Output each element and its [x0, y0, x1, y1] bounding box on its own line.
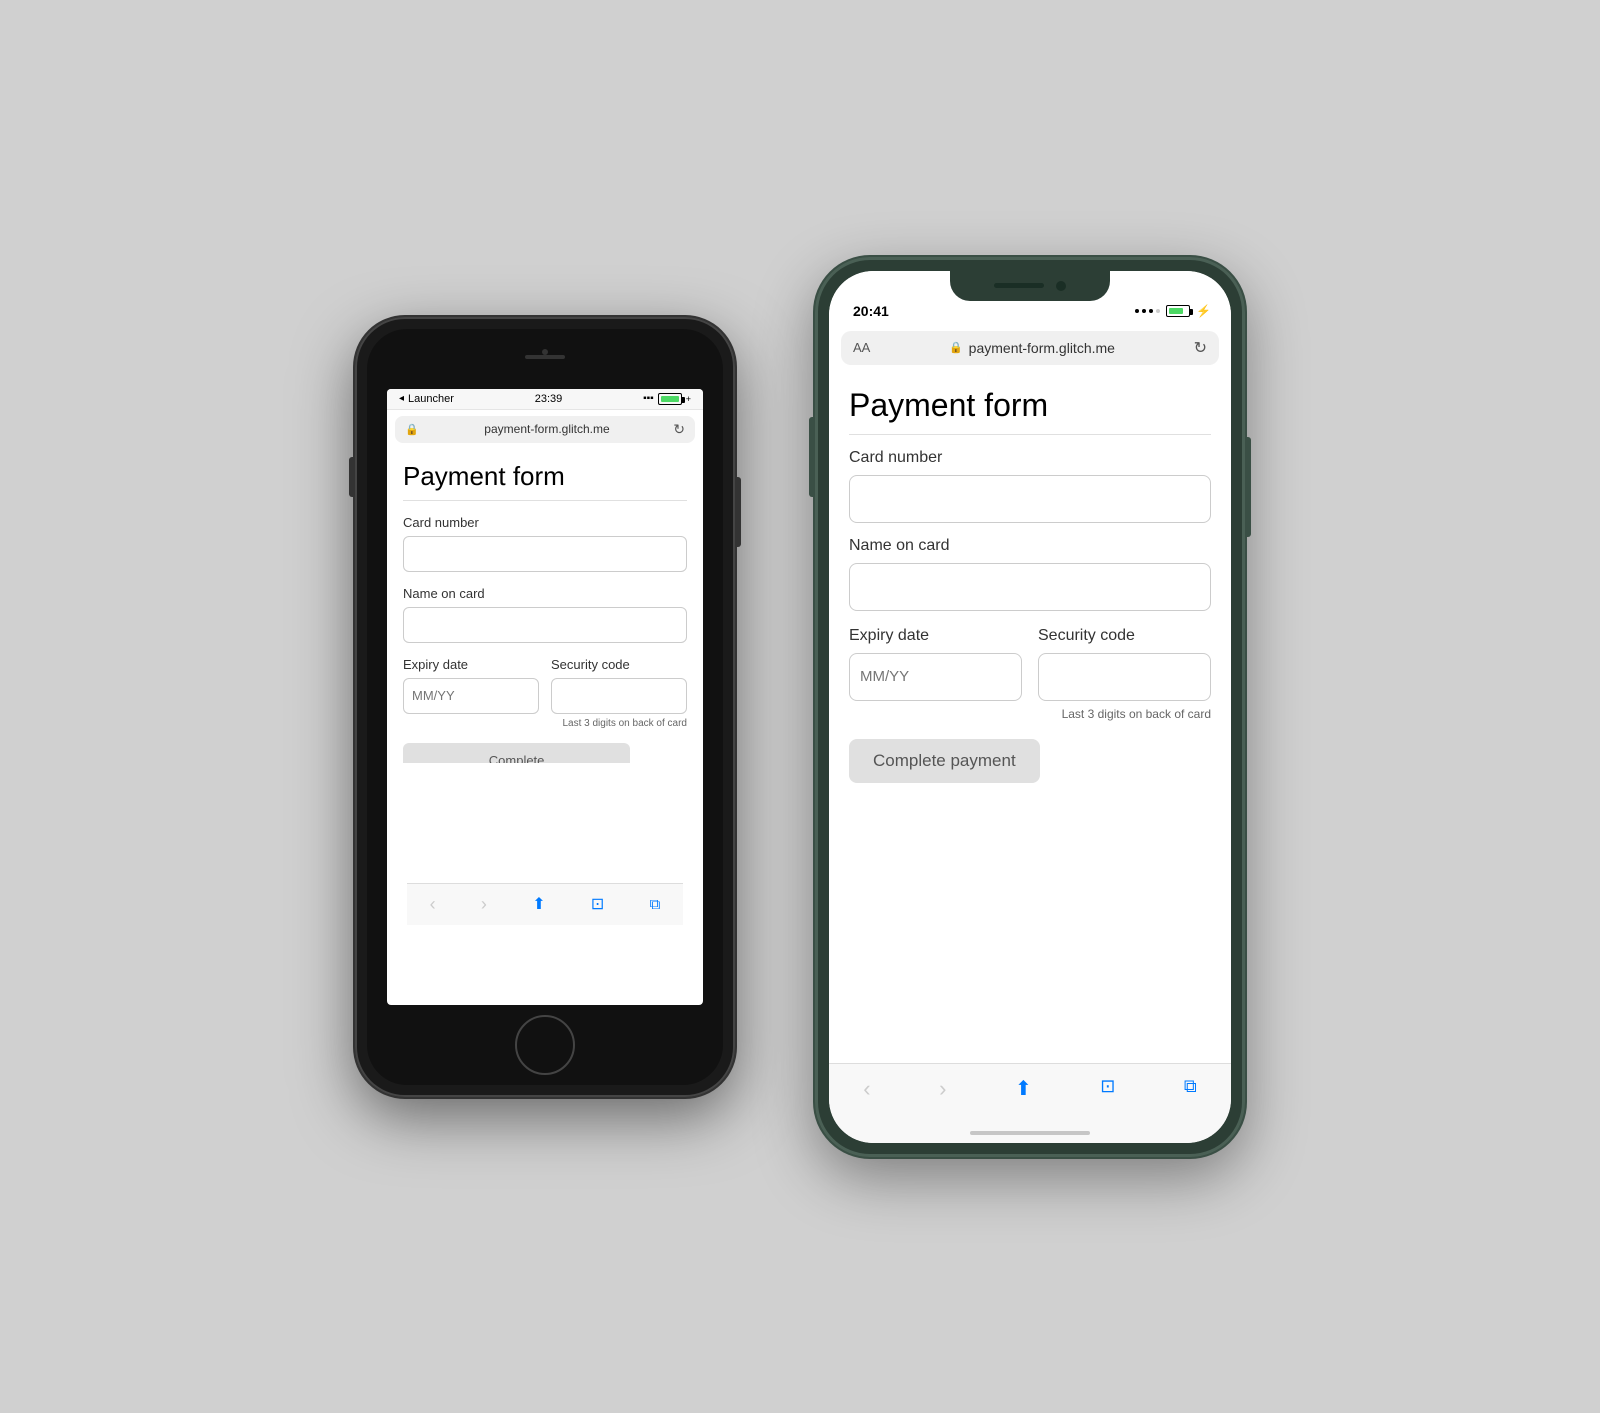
- phone2-signal-dots: [1135, 309, 1160, 313]
- iphone7-device: ◂ Launcher 23:39 ▪▪▪ + 🔒 payment-form.gl…: [355, 317, 735, 1097]
- phone2-security-label: Security code: [1038, 627, 1211, 645]
- phone2-status-right: ⚡: [1135, 304, 1211, 318]
- phone1-bookmarks-icon[interactable]: ⊡: [591, 894, 604, 914]
- phone2-card-number-group: Card number: [849, 449, 1211, 523]
- phone1-battery-fill: [661, 396, 680, 402]
- phone1-speaker: [525, 355, 565, 359]
- phone2-url-wrapper: 🔒 payment-form.glitch.me: [870, 340, 1193, 356]
- iphone11-device: 20:41 ⚡ AA 🔒: [815, 257, 1245, 1157]
- phone1-tabs-icon[interactable]: ⧉: [650, 896, 661, 913]
- phone2-expiry-input[interactable]: [849, 653, 1022, 701]
- phone1-share-icon[interactable]: ⬆: [532, 894, 545, 914]
- dot1: [1135, 309, 1139, 313]
- phone1-name-input[interactable]: [403, 607, 687, 643]
- phone1-lock-icon: 🔒: [405, 423, 419, 436]
- phone2-notch: [950, 271, 1110, 301]
- phone2-time: 20:41: [853, 303, 889, 319]
- phone2-security-hint: Last 3 digits on back of card: [1038, 707, 1211, 721]
- phone1-card-number-label: Card number: [403, 515, 687, 530]
- phone2-row-fields: Expiry date Security code Last 3 digits …: [849, 627, 1211, 721]
- phone2-lock-icon: 🔒: [949, 341, 963, 354]
- phone1-url-bar[interactable]: 🔒 payment-form.glitch.me ↻: [395, 416, 695, 443]
- phone2-back-icon[interactable]: ‹: [863, 1076, 870, 1102]
- phone2-aa-label[interactable]: AA: [853, 340, 870, 355]
- phone1-security-input[interactable]: [551, 678, 687, 714]
- phone1-back-icon[interactable]: ‹: [430, 894, 436, 915]
- phone1-toolbar: ‹ › ⬆ ⊡ ⧉: [407, 883, 683, 925]
- phone2-card-number-label: Card number: [849, 449, 1211, 467]
- phone2-form-title: Payment form: [849, 387, 1211, 435]
- phone2-complete-button[interactable]: Complete payment: [849, 739, 1040, 783]
- phone1-url: payment-form.glitch.me: [484, 422, 609, 436]
- dot2: [1142, 309, 1146, 313]
- phone1-screen: ◂ Launcher 23:39 ▪▪▪ + 🔒 payment-form.gl…: [387, 389, 703, 1005]
- phone2-name-label: Name on card: [849, 537, 1211, 555]
- phone2-name-group: Name on card: [849, 537, 1211, 611]
- phone1-security-group: Security code Last 3 digits on back of c…: [551, 657, 687, 729]
- phone2-forward-icon[interactable]: ›: [939, 1076, 946, 1102]
- phone2-home-indicator: [970, 1131, 1090, 1135]
- phone1-status-bar: ◂ Launcher 23:39 ▪▪▪ +: [387, 389, 703, 410]
- phone1-battery-label: +: [686, 394, 691, 404]
- phone1-complete-button-partial[interactable]: Complete: [403, 743, 630, 763]
- phone2-share-icon[interactable]: ⬆: [1015, 1076, 1032, 1101]
- phone1-reload-icon[interactable]: ↻: [673, 421, 685, 438]
- phone1-page-content: Payment form Card number Name on card Ex…: [387, 449, 703, 775]
- phone2-security-input[interactable]: [1038, 653, 1211, 701]
- phone2-notch-camera: [1056, 281, 1066, 291]
- phone2-screen: 20:41 ⚡ AA 🔒: [829, 271, 1231, 1143]
- phone2-security-group: Security code Last 3 digits on back of c…: [1038, 627, 1211, 721]
- phone1-card-number-group: Card number: [403, 515, 687, 572]
- phone2-expiry-label: Expiry date: [849, 627, 1022, 645]
- phone1-expiry-label: Expiry date: [403, 657, 539, 672]
- phone1-time: 23:39: [535, 393, 563, 405]
- phone1-security-hint: Last 3 digits on back of card: [551, 718, 687, 729]
- phone1-row-fields: Expiry date Security code Last 3 digits …: [403, 657, 687, 729]
- phone2-reload-icon[interactable]: ↻: [1194, 338, 1207, 358]
- phone1-launcher-label: Launcher: [408, 393, 454, 405]
- dot3: [1149, 309, 1153, 313]
- phone1-form-title: Payment form: [403, 461, 687, 501]
- phone2-card-number-input[interactable]: [849, 475, 1211, 523]
- phone2-page-content: Payment form Card number Name on card Ex…: [829, 371, 1231, 1063]
- phone2-battery-fill: [1169, 308, 1183, 314]
- phone1-card-number-input[interactable]: [403, 536, 687, 572]
- phone1-expiry-input[interactable]: [403, 678, 539, 714]
- phone1-status-right: ▪▪▪ +: [643, 393, 691, 405]
- phone1-battery-icon: [658, 393, 682, 405]
- phone2-bookmarks-icon[interactable]: ⊡: [1100, 1076, 1115, 1097]
- phone1-name-label: Name on card: [403, 586, 687, 601]
- phone2-charging-icon: ⚡: [1196, 304, 1211, 318]
- phone2-url-bar[interactable]: AA 🔒 payment-form.glitch.me ↻: [841, 331, 1219, 365]
- phone1-status-left: ◂ Launcher: [399, 393, 454, 405]
- phone1-forward-icon[interactable]: ›: [481, 894, 487, 915]
- phone2-toolbar: ‹ › ⬆ ⊡ ⧉: [829, 1063, 1231, 1143]
- phone1-home-button[interactable]: [515, 1015, 575, 1075]
- phone2-name-input[interactable]: [849, 563, 1211, 611]
- phone2-url: payment-form.glitch.me: [969, 340, 1115, 356]
- phone1-signal-icon: ▪▪▪: [643, 393, 654, 404]
- phone2-notch-speaker: [994, 283, 1044, 288]
- phone1-expiry-group: Expiry date: [403, 657, 539, 729]
- phone2-tabs-icon[interactable]: ⧉: [1184, 1076, 1197, 1097]
- phone1-name-group: Name on card: [403, 586, 687, 643]
- phone2-battery-icon: [1166, 305, 1190, 317]
- phone1-security-label: Security code: [551, 657, 687, 672]
- dot4: [1156, 309, 1160, 313]
- phone2-expiry-group: Expiry date: [849, 627, 1022, 721]
- phone1-button-preview: Complete: [403, 743, 687, 763]
